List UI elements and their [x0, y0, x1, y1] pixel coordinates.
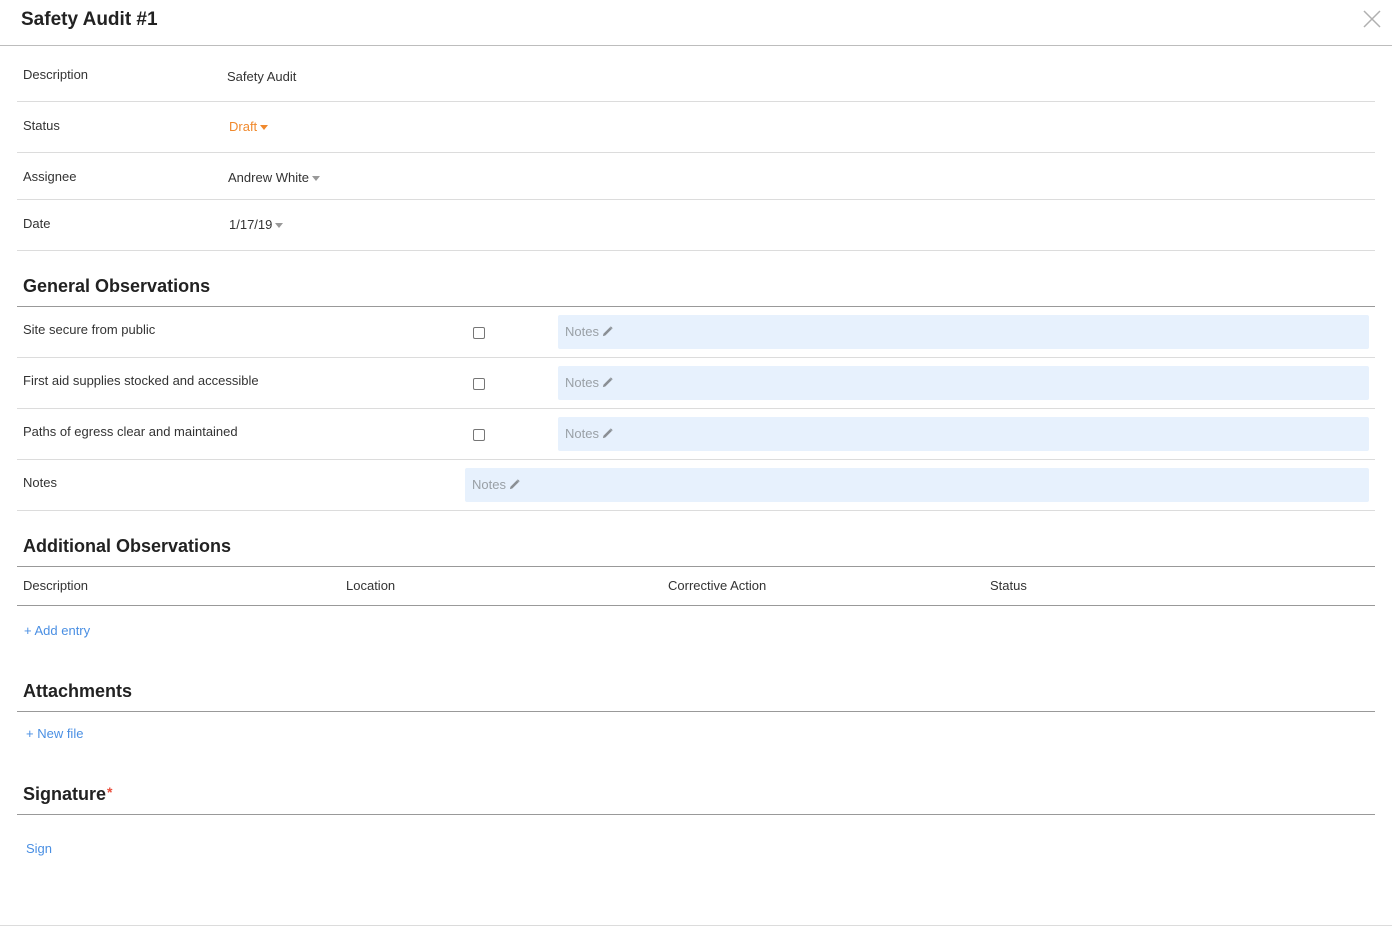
add-entry-link[interactable]: + Add entry	[24, 623, 90, 638]
assignee-value: Andrew White	[228, 170, 309, 185]
modal-header: Safety Audit #1	[0, 0, 1392, 46]
assignee-dropdown[interactable]: Andrew White	[228, 170, 320, 185]
general-notes-row: Notes Notes	[17, 460, 1375, 511]
signature-header: Signature*	[17, 759, 1375, 815]
additional-table-header: Description Location Corrective Action S…	[17, 567, 1375, 606]
signature-title: Signature	[23, 784, 107, 804]
observation-row: Site secure from public Notes	[17, 307, 1375, 358]
description-label: Description	[23, 67, 89, 82]
notes-field[interactable]: Notes	[558, 315, 1369, 349]
notes-placeholder: Notes	[565, 375, 599, 390]
date-dropdown[interactable]: 1/17/19	[229, 217, 284, 232]
column-header-location: Location	[346, 578, 396, 593]
column-header-description: Description	[23, 578, 89, 593]
notes-placeholder: Notes	[565, 426, 599, 441]
description-value[interactable]: Safety Audit	[227, 69, 296, 84]
description-row: Description Safety Audit	[17, 46, 1375, 102]
notes-field[interactable]: Notes	[558, 366, 1369, 400]
section-title: Attachments	[23, 681, 133, 701]
observation-checkbox[interactable]	[473, 429, 485, 441]
general-notes-label: Notes	[23, 475, 57, 490]
observation-label: First aid supplies stocked and accessibl…	[23, 373, 259, 388]
status-label: Status	[23, 118, 60, 133]
observation-checkbox[interactable]	[473, 327, 485, 339]
chevron-down-icon	[275, 223, 284, 229]
assignee-label: Assignee	[23, 169, 77, 184]
observation-checkbox[interactable]	[473, 378, 485, 390]
date-label: Date	[23, 216, 51, 231]
additional-observations-header: Additional Observations	[17, 511, 1375, 567]
attachments-header: Attachments	[17, 656, 1375, 712]
observation-label: Site secure from public	[23, 322, 156, 337]
status-value: Draft	[229, 119, 258, 134]
date-row: Date 1/17/19	[17, 200, 1375, 251]
close-icon[interactable]	[1362, 9, 1382, 29]
section-title: Signature*	[23, 784, 112, 805]
observation-row: First aid supplies stocked and accessibl…	[17, 358, 1375, 409]
page-title: Safety Audit #1	[21, 9, 158, 30]
date-value: 1/17/19	[229, 217, 273, 232]
pencil-icon	[602, 326, 613, 337]
footer-divider	[0, 925, 1392, 926]
chevron-down-icon	[260, 125, 269, 131]
observation-row: Paths of egress clear and maintained Not…	[17, 409, 1375, 460]
status-row: Status Draft	[17, 102, 1375, 153]
sign-link[interactable]: Sign	[26, 841, 52, 856]
section-title: General Observations	[23, 276, 211, 296]
notes-placeholder: Notes	[565, 324, 599, 339]
notes-field[interactable]: Notes	[558, 417, 1369, 451]
required-mark: *	[107, 784, 113, 800]
pencil-icon	[602, 428, 613, 439]
general-notes-field[interactable]: Notes	[465, 468, 1369, 502]
chevron-down-icon	[311, 176, 320, 182]
notes-placeholder: Notes	[472, 477, 506, 492]
new-file-link[interactable]: + New file	[26, 726, 83, 741]
pencil-icon	[509, 479, 520, 490]
observation-label: Paths of egress clear and maintained	[23, 424, 238, 439]
status-dropdown[interactable]: Draft	[229, 119, 269, 134]
column-header-status: Status	[990, 578, 1027, 593]
general-observations-header: General Observations	[17, 251, 1375, 307]
assignee-row: Assignee Andrew White	[17, 153, 1375, 200]
column-header-corrective-action: Corrective Action	[668, 578, 767, 593]
section-title: Additional Observations	[23, 536, 232, 556]
pencil-icon	[602, 377, 613, 388]
